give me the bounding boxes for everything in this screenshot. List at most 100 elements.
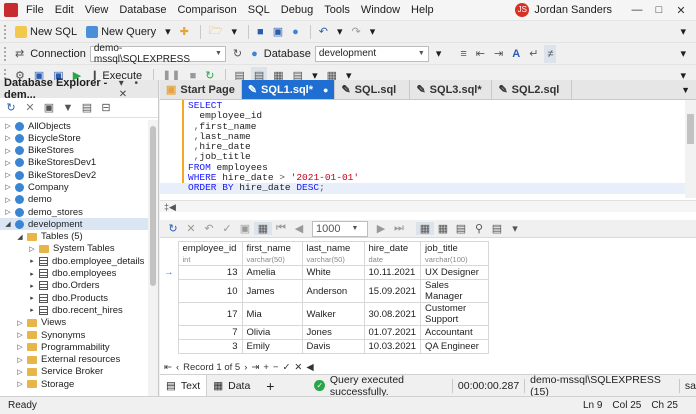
cancel-record-icon[interactable]: ✕: [294, 362, 302, 373]
properties-icon[interactable]: ▤: [79, 101, 95, 114]
chevron-right-icon[interactable]: ▷: [16, 331, 24, 339]
next-record-icon[interactable]: ›: [244, 362, 247, 373]
splitter-icon[interactable]: ‡◀: [164, 202, 176, 212]
maximize-icon[interactable]: □: [648, 4, 670, 16]
chevron-right-icon[interactable]: ▷: [4, 196, 12, 204]
table-cell[interactable]: Walker: [301, 302, 365, 326]
tree-item[interactable]: ▷ demo: [0, 194, 148, 206]
tree-item[interactable]: ▸ dbo.employee_details: [0, 255, 148, 267]
chevron-right-icon[interactable]: ▸: [28, 306, 36, 314]
tree-item[interactable]: ▸ dbo.Orders: [0, 280, 148, 292]
chevron-down-icon[interactable]: ▾: [334, 23, 346, 41]
column-header[interactable]: first_name varchar(50): [241, 241, 303, 266]
column-header[interactable]: employee_id int: [177, 241, 243, 266]
toolbar-grip[interactable]: [4, 24, 7, 39]
add-tab-button[interactable]: +: [266, 378, 274, 394]
menu-tools[interactable]: Tools: [324, 4, 350, 16]
table-cell[interactable]: Emily: [241, 339, 303, 354]
refresh-connection-icon[interactable]: ↻: [230, 45, 245, 63]
prev-record-icon[interactable]: ‹: [176, 362, 179, 373]
chevron-right-icon[interactable]: ▷: [16, 319, 24, 327]
table-cell[interactable]: White: [301, 265, 365, 280]
format-icon[interactable]: ≡: [457, 45, 469, 63]
indent-icon[interactable]: ⇥: [491, 45, 506, 63]
column-header[interactable]: job_title varchar(100): [420, 241, 490, 266]
connection-select[interactable]: demo-mssql\SQLEXPRESS ▼: [89, 43, 226, 65]
outdent-icon[interactable]: ⇤: [473, 45, 488, 63]
add-row-icon[interactable]: ▣: [236, 222, 254, 235]
table-cell[interactable]: Amelia: [241, 265, 303, 280]
chevron-right-icon[interactable]: ▷: [4, 134, 12, 142]
table-cell[interactable]: 13: [177, 265, 243, 280]
tree-item[interactable]: ▷ BikeStoresDev1: [0, 157, 148, 169]
new-connection-icon[interactable]: ▣: [41, 101, 57, 114]
menu-window[interactable]: Window: [361, 4, 400, 16]
chevron-down-icon[interactable]: ◢: [4, 220, 12, 228]
table-cell[interactable]: UX Designer: [420, 265, 490, 280]
page-size-select[interactable]: 1000 ▼: [312, 220, 368, 237]
database-icon[interactable]: ●: [289, 23, 302, 41]
table-cell[interactable]: 7: [177, 325, 243, 340]
column-header[interactable]: last_name varchar(50): [301, 241, 365, 266]
confirm-record-icon[interactable]: ✓: [282, 362, 290, 373]
sql-editor[interactable]: SELECT employee_id ,first_name ,last_nam…: [160, 100, 685, 200]
table-cell[interactable]: Jones: [301, 325, 365, 340]
new-sql-button[interactable]: New SQL: [12, 23, 80, 41]
tree-item[interactable]: ▷ Company: [0, 181, 148, 193]
table-cell[interactable]: 10: [177, 279, 243, 303]
table-cell[interactable]: 17: [177, 302, 243, 326]
collapse-icon[interactable]: ⊟: [98, 101, 114, 114]
tab-sql3[interactable]: ✎ SQL3.sql*: [410, 80, 493, 99]
refresh-icon[interactable]: ↻: [3, 101, 19, 114]
delete-icon[interactable]: ✕: [22, 101, 38, 114]
table-row[interactable]: → 13 Amelia White 10.11.2021 UX Designer: [160, 265, 490, 280]
chevron-right-icon[interactable]: ▷: [4, 147, 12, 155]
close-tab-icon[interactable]: ●: [323, 85, 328, 95]
table-cell[interactable]: 3: [177, 339, 243, 354]
tree-item[interactable]: ▷ AllObjects: [0, 120, 148, 132]
table-cell[interactable]: Sales Manager: [420, 279, 490, 303]
table-row[interactable]: 10 James Anderson 15.09.2021 Sales Manager: [160, 279, 490, 303]
table-cell[interactable]: 10.03.2021: [363, 339, 422, 354]
tree-item[interactable]: ▷ Service Broker: [0, 366, 148, 378]
tree-item[interactable]: ▷ External resources: [0, 354, 148, 366]
table-cell[interactable]: 10.11.2021: [363, 265, 422, 280]
undo-icon[interactable]: ↶: [200, 222, 218, 235]
database-select[interactable]: development ▼: [314, 45, 429, 62]
tree-item[interactable]: ▷ BikeStores: [0, 145, 148, 157]
chevron-right-icon[interactable]: ▷: [4, 171, 12, 179]
chevron-down-icon[interactable]: ▾: [506, 222, 524, 235]
search-icon[interactable]: ⚲: [470, 222, 488, 235]
tree-item[interactable]: ▷ Views: [0, 317, 148, 329]
cancel-icon[interactable]: ✕: [182, 222, 200, 235]
tab-data[interactable]: ▦ Data: [207, 375, 256, 397]
table-cell[interactable]: 15.09.2021: [363, 279, 422, 303]
new-query-button[interactable]: New Query: [83, 23, 159, 41]
tree-item[interactable]: ▸ dbo.employees: [0, 268, 148, 280]
chevron-down-icon[interactable]: ▾: [162, 23, 174, 41]
table-view-icon[interactable]: ▦: [416, 222, 434, 235]
open-file-icon[interactable]: 🗁: [206, 23, 226, 41]
tree-item[interactable]: ▷ BicycleStore: [0, 132, 148, 144]
chevron-down-icon[interactable]: ▾: [367, 23, 379, 41]
last-record-icon[interactable]: ⇥: [251, 362, 259, 373]
tab-overflow-icon[interactable]: ▼: [681, 85, 690, 95]
prev-page-icon[interactable]: ◀: [290, 222, 308, 235]
tree-item[interactable]: ▷ System Tables: [0, 243, 148, 255]
minimize-icon[interactable]: —: [626, 4, 648, 16]
chevron-right-icon[interactable]: ▸: [28, 282, 36, 290]
chevron-right-icon[interactable]: ▷: [16, 356, 24, 364]
chevron-down-icon[interactable]: ▾: [229, 23, 241, 41]
tree-item[interactable]: ▷ Storage: [0, 378, 148, 390]
chevron-right-icon[interactable]: ▷: [16, 368, 24, 376]
chevron-right-icon[interactable]: ▷: [4, 159, 12, 167]
tree-item[interactable]: ▸ dbo.recent_hires: [0, 304, 148, 316]
table-row[interactable]: 17 Mia Walker 30.08.2021 Customer Support: [160, 302, 490, 326]
card-view-icon[interactable]: ▦: [434, 222, 452, 235]
menu-help[interactable]: Help: [411, 4, 434, 16]
tab-sql[interactable]: ✎ SQL.sql: [335, 80, 411, 99]
table-cell[interactable]: Anderson: [301, 279, 365, 303]
chart-icon[interactable]: ▤: [488, 222, 506, 235]
editor-hscrollbar[interactable]: ‡◀: [160, 200, 696, 212]
chevron-right-icon[interactable]: ▷: [28, 245, 36, 253]
